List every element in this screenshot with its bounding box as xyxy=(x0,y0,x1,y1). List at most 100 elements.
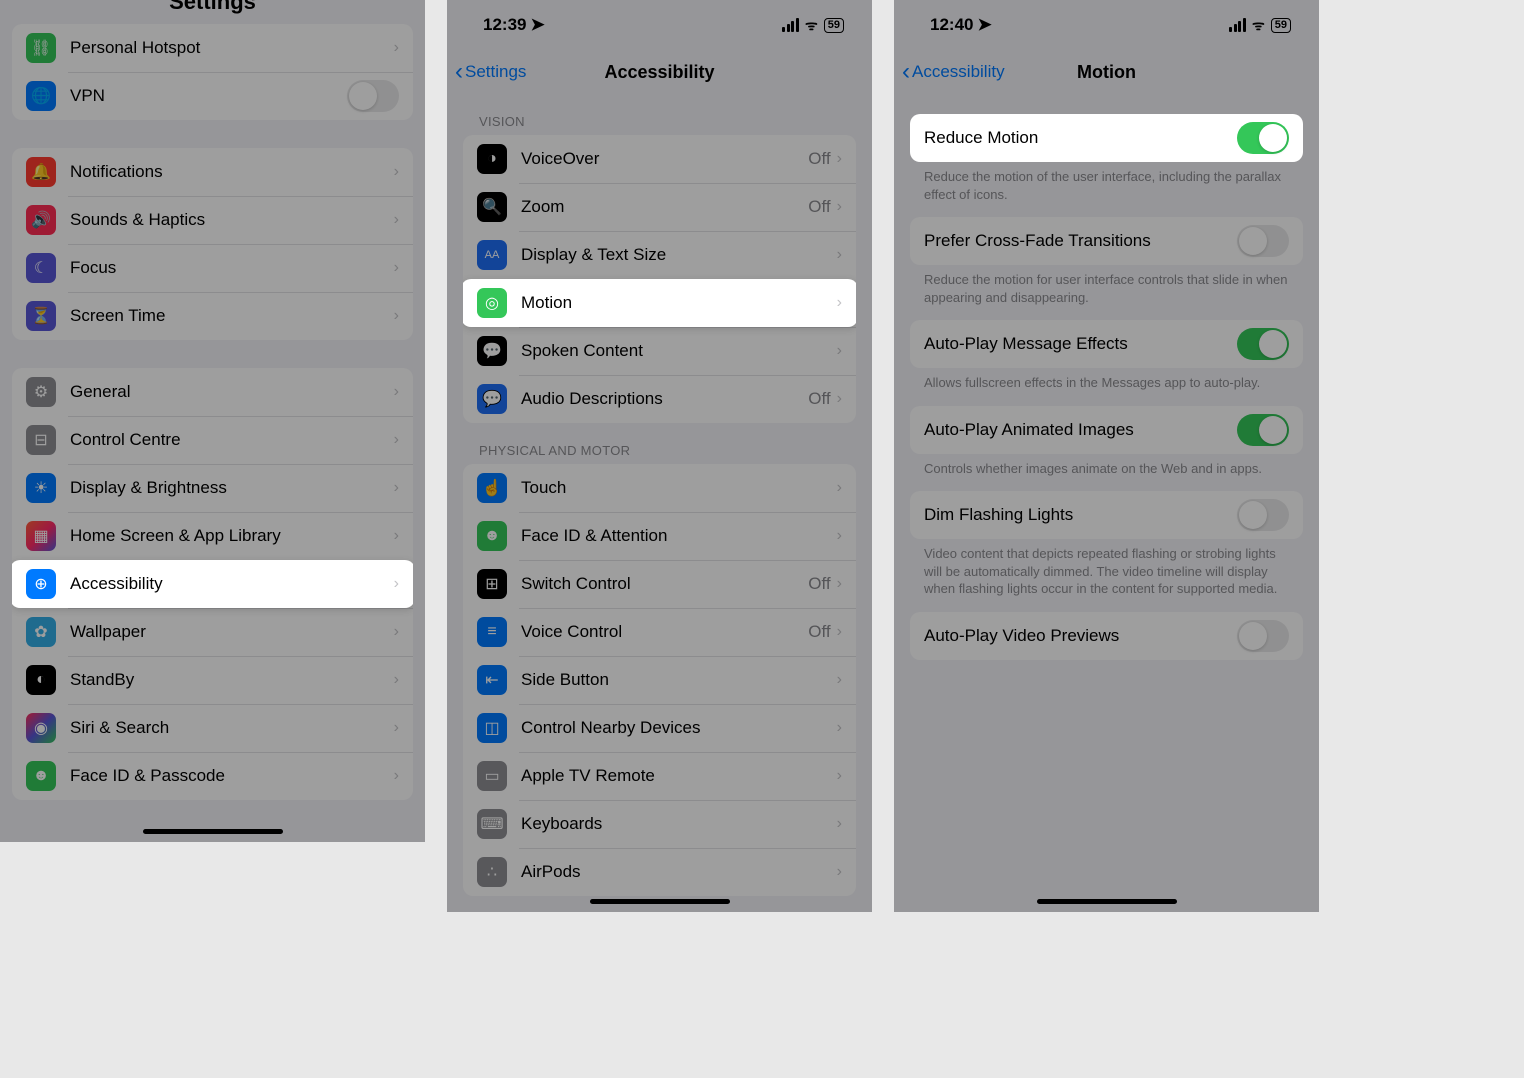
display-text-size-icon: AA xyxy=(477,240,507,270)
chevron-right-icon: › xyxy=(837,767,842,785)
settings-row-face-id-passcode[interactable]: ☻Face ID & Passcode› xyxy=(12,752,413,800)
spoken-content-icon: 💬 xyxy=(477,336,507,366)
accessibility-row-switch-control[interactable]: ⊞Switch ControlOff› xyxy=(463,560,856,608)
chevron-right-icon: › xyxy=(837,246,842,264)
accessibility-row-display-text-size[interactable]: AADisplay & Text Size› xyxy=(463,231,856,279)
row-value: Off xyxy=(808,389,830,409)
battery-icon: 59 xyxy=(1271,18,1291,33)
nav-header: ‹ Settings Accessibility xyxy=(447,50,872,94)
accessibility-row-keyboards[interactable]: ⌨Keyboards› xyxy=(463,800,856,848)
accessibility-icon: ⊕ xyxy=(26,569,56,599)
chevron-right-icon: › xyxy=(394,479,399,497)
accessibility-row-airpods[interactable]: ∴AirPods› xyxy=(463,848,856,896)
settings-row-wallpaper[interactable]: ✿Wallpaper› xyxy=(12,608,413,656)
home-indicator[interactable] xyxy=(1037,899,1177,904)
motion-row-dim-flashing-lights[interactable]: Dim Flashing Lights xyxy=(910,491,1303,539)
location-icon: ➤ xyxy=(530,15,544,35)
row-label: Notifications xyxy=(70,162,394,182)
nav-header: ‹ Accessibility Motion xyxy=(894,50,1319,94)
row-label: Auto-Play Video Previews xyxy=(924,626,1237,646)
battery-icon: 59 xyxy=(824,18,844,33)
settings-row-home-screen-app-library[interactable]: ▦Home Screen & App Library› xyxy=(12,512,413,560)
chevron-right-icon: › xyxy=(837,198,842,216)
touch-icon: ☝ xyxy=(477,473,507,503)
settings-row-sounds-haptics[interactable]: 🔊Sounds & Haptics› xyxy=(12,196,413,244)
row-value: Off xyxy=(808,622,830,642)
chevron-right-icon: › xyxy=(394,431,399,449)
settings-row-siri-search[interactable]: ◉Siri & Search› xyxy=(12,704,413,752)
row-label: Switch Control xyxy=(521,574,808,594)
settings-row-notifications[interactable]: 🔔 Notifications› xyxy=(12,148,413,196)
motion-row-auto-play-video-previews[interactable]: Auto-Play Video Previews xyxy=(910,612,1303,660)
accessibility-row-voice-control[interactable]: ≡Voice ControlOff› xyxy=(463,608,856,656)
accessibility-row-side-button[interactable]: ⇤Side Button› xyxy=(463,656,856,704)
accessibility-row-face-id-attention[interactable]: ☻Face ID & Attention› xyxy=(463,512,856,560)
motion-row-auto-play-animated-images[interactable]: Auto-Play Animated Images xyxy=(910,406,1303,454)
settings-row-screen-time[interactable]: ⏳Screen Time› xyxy=(12,292,413,340)
chevron-right-icon: › xyxy=(394,575,399,593)
general-icon: ⚙ xyxy=(26,377,56,407)
settings-row-focus[interactable]: ☾Focus› xyxy=(12,244,413,292)
toggle[interactable] xyxy=(1237,620,1289,652)
audio-descriptions-icon: 💬 xyxy=(477,384,507,414)
row-label: Focus xyxy=(70,258,394,278)
row-label: Siri & Search xyxy=(70,718,394,738)
chevron-right-icon: › xyxy=(394,719,399,737)
row-label: Auto-Play Message Effects xyxy=(924,334,1237,354)
toggle[interactable] xyxy=(1237,328,1289,360)
toggle[interactable] xyxy=(1237,499,1289,531)
settings-row-display-brightness[interactable]: ☀Display & Brightness› xyxy=(12,464,413,512)
footer-text: Video content that depicts repeated flas… xyxy=(894,539,1319,612)
toggle[interactable] xyxy=(347,80,399,112)
accessibility-row-touch[interactable]: ☝Touch› xyxy=(463,464,856,512)
accessibility-row-voiceover[interactable]: ◑VoiceOverOff› xyxy=(463,135,856,183)
row-label: Side Button xyxy=(521,670,837,690)
settings-row-personal-hotspot[interactable]: ⛓Personal Hotspot› xyxy=(12,24,413,72)
chevron-right-icon: › xyxy=(394,767,399,785)
back-button[interactable]: ‹ Settings xyxy=(447,58,526,86)
settings-row-control-centre[interactable]: ⊟Control Centre› xyxy=(12,416,413,464)
chevron-right-icon: › xyxy=(837,390,842,408)
footer-text: Reduce the motion of the user interface,… xyxy=(894,162,1319,217)
settings-row-accessibility[interactable]: ⊕Accessibility› xyxy=(12,560,413,608)
chevron-right-icon: › xyxy=(837,150,842,168)
chevron-right-icon: › xyxy=(837,863,842,881)
back-button[interactable]: ‹ Accessibility xyxy=(894,58,1005,86)
settings-row-vpn[interactable]: 🌐VPN xyxy=(12,72,413,120)
notifications-icon: 🔔 xyxy=(26,157,56,187)
status-time: 12:39 xyxy=(483,15,526,35)
toggle[interactable] xyxy=(1237,414,1289,446)
screen-time-icon: ⏳ xyxy=(26,301,56,331)
accessibility-row-audio-descriptions[interactable]: 💬Audio DescriptionsOff› xyxy=(463,375,856,423)
settings-row-general[interactable]: ⚙General› xyxy=(12,368,413,416)
toggle[interactable] xyxy=(1237,225,1289,257)
screen-accessibility: 12:39 ➤ ᯤ 59 ‹ Settings Accessibility VI… xyxy=(447,0,872,912)
motion-row-prefer-cross-fade-transitions[interactable]: Prefer Cross-Fade Transitions xyxy=(910,217,1303,265)
voiceover-icon: ◑ xyxy=(477,144,507,174)
accessibility-row-zoom[interactable]: 🔍ZoomOff› xyxy=(463,183,856,231)
row-label: Dim Flashing Lights xyxy=(924,505,1237,525)
personal-hotspot-icon: ⛓ xyxy=(26,33,56,63)
row-label: Reduce Motion xyxy=(924,128,1237,148)
row-label: Screen Time xyxy=(70,306,394,326)
row-label: VPN xyxy=(70,86,347,106)
accessibility-row-apple-tv-remote[interactable]: ▭Apple TV Remote› xyxy=(463,752,856,800)
toggle[interactable] xyxy=(1237,122,1289,154)
home-indicator[interactable] xyxy=(590,899,730,904)
page-title: Settings xyxy=(0,0,425,15)
accessibility-row-spoken-content[interactable]: 💬Spoken Content› xyxy=(463,327,856,375)
motion-row-reduce-motion[interactable]: Reduce Motion xyxy=(910,114,1303,162)
chevron-right-icon: › xyxy=(394,163,399,181)
status-bar: 12:39 ➤ ᯤ 59 xyxy=(447,0,872,50)
motion-row-auto-play-message-effects[interactable]: Auto-Play Message Effects xyxy=(910,320,1303,368)
row-label: Auto-Play Animated Images xyxy=(924,420,1237,440)
keyboards-icon: ⌨ xyxy=(477,809,507,839)
switch-control-icon: ⊞ xyxy=(477,569,507,599)
chevron-right-icon: › xyxy=(837,527,842,545)
accessibility-row-control-nearby-devices[interactable]: ◫Control Nearby Devices› xyxy=(463,704,856,752)
home-indicator[interactable] xyxy=(143,829,283,834)
location-icon: ➤ xyxy=(977,15,991,35)
accessibility-row-motion[interactable]: ◎Motion› xyxy=(463,279,856,327)
chevron-right-icon: › xyxy=(394,39,399,57)
settings-row-standby[interactable]: ◐StandBy› xyxy=(12,656,413,704)
